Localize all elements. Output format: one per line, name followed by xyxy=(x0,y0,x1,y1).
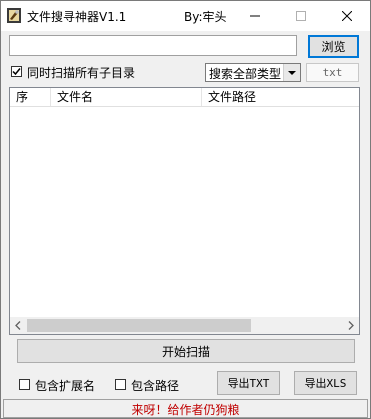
window-title: 文件搜寻神器V1.1 xyxy=(27,10,127,24)
checkmark-icon xyxy=(12,68,21,76)
include-path-checkbox[interactable] xyxy=(115,379,126,390)
close-icon xyxy=(342,11,352,21)
recursive-checkbox[interactable] xyxy=(11,66,22,77)
start-scan-button[interactable]: 开始扫描 xyxy=(17,339,355,363)
window-author: By:牢头 xyxy=(184,10,227,24)
minimize-icon xyxy=(250,15,260,17)
status-message: 来呀！给作者仍狗粮 xyxy=(131,403,240,417)
type-select[interactable]: 搜索全部类型 xyxy=(205,63,301,82)
path-input[interactable] xyxy=(9,35,297,56)
title-bar[interactable]: 文件搜寻神器V1.1 By:牢头 xyxy=(1,1,370,31)
maximize-button[interactable] xyxy=(278,1,324,31)
list-header: 序 文件名 文件路径 xyxy=(10,88,359,107)
scroll-right-icon[interactable] xyxy=(347,321,355,330)
export-txt-button[interactable]: 导出TXT xyxy=(217,371,280,395)
results-list[interactable]: 序 文件名 文件路径 xyxy=(9,87,360,335)
include-extension-label: 包含扩展名 xyxy=(35,379,96,393)
maximize-icon xyxy=(296,11,306,21)
horizontal-scrollbar[interactable] xyxy=(10,317,359,334)
app-icon xyxy=(7,8,21,23)
scrollbar-thumb[interactable] xyxy=(27,319,251,332)
column-header-filename[interactable]: 文件名 xyxy=(51,88,202,106)
scroll-left-icon[interactable] xyxy=(14,321,22,330)
column-header-index[interactable]: 序 xyxy=(10,88,51,106)
chevron-down-icon xyxy=(288,71,296,75)
status-bar: 来呀！给作者仍狗粮 xyxy=(3,399,368,418)
type-select-value: 搜索全部类型 xyxy=(209,67,282,81)
type-select-dropdown[interactable] xyxy=(283,64,300,81)
browse-button[interactable]: 浏览 xyxy=(308,35,359,58)
close-button[interactable] xyxy=(324,1,370,31)
include-extension-checkbox[interactable] xyxy=(19,379,30,390)
export-xls-button[interactable]: 导出XLS xyxy=(294,371,357,395)
minimize-button[interactable] xyxy=(232,1,278,31)
include-path-label: 包含路径 xyxy=(131,379,180,393)
extension-input[interactable]: txt xyxy=(306,63,359,82)
recursive-label: 同时扫描所有子目录 xyxy=(27,66,136,80)
column-header-filepath[interactable]: 文件路径 xyxy=(202,88,359,106)
app-window: 文件搜寻神器V1.1 By:牢头 浏览 同时扫描所有子目录 搜索全部类型 txt… xyxy=(0,0,371,419)
